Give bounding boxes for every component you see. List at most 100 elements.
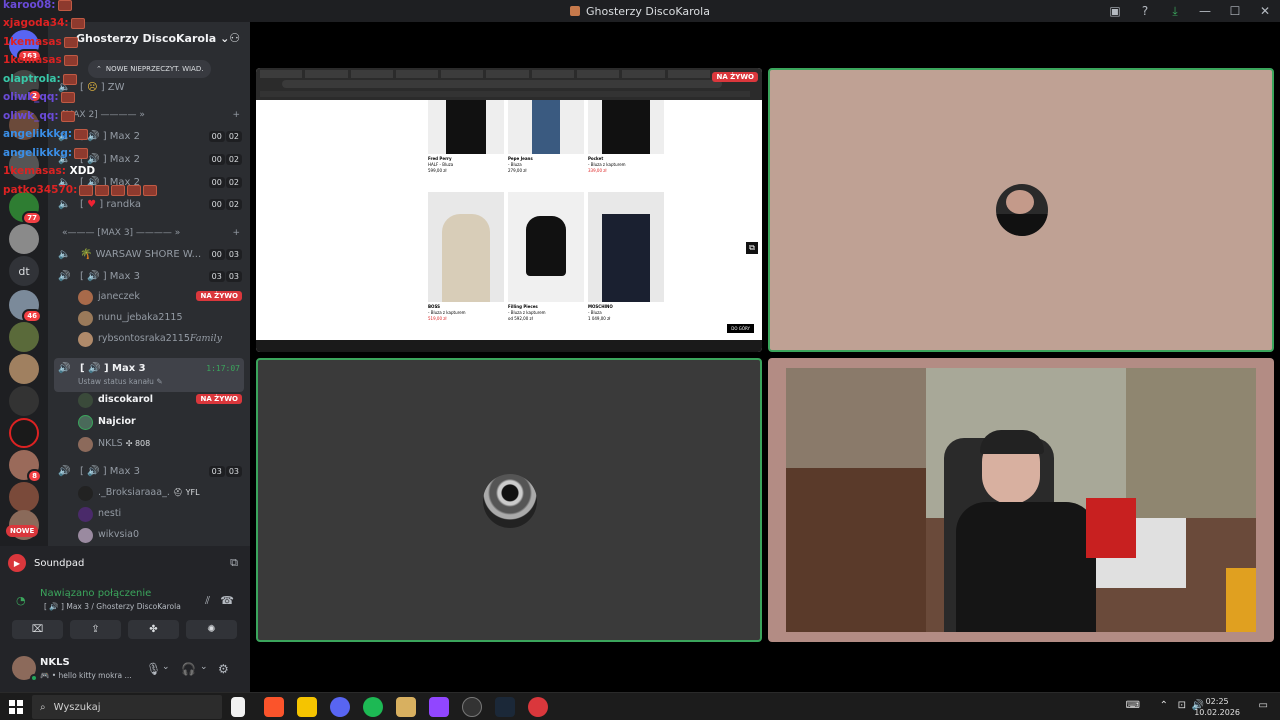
voice-user-nunu[interactable]: nunu_jebaka2115 (48, 308, 250, 329)
connection-channel[interactable]: [ 🔊 ] Max 3 / Ghosterzy DiscoKarola (44, 602, 181, 611)
inbox-icon[interactable]: ▣ (1100, 0, 1130, 22)
voice-user-nkls[interactable]: NKLS ✣ 808 (48, 434, 250, 455)
microphone-icon[interactable]: 🎙 (146, 662, 161, 676)
activities-button[interactable]: ✤ (128, 620, 179, 639)
channel-max3-a[interactable]: 🔊 [ 🔊 ] Max 3 03 03 (48, 265, 250, 287)
product-image[interactable] (508, 192, 584, 302)
product-name: - Bluza z kapturem (588, 162, 626, 167)
channel-max3-active[interactable]: 🔊 [ 🔊 ] Max 3 1:17:07 (48, 357, 250, 379)
minimize-button[interactable]: — (1190, 0, 1220, 22)
avatar (996, 184, 1048, 236)
product-image[interactable] (428, 192, 504, 302)
chat-username: patko34570: (3, 184, 78, 196)
start-button[interactable] (9, 700, 23, 714)
voice-user-janeczek[interactable]: janeczek NA ŻYWO (48, 287, 250, 308)
screen-share-icon[interactable]: ⧉ (230, 556, 238, 570)
clock[interactable]: 02:25 10.02.2026 (1194, 696, 1240, 718)
product-name: - Bluza (588, 310, 602, 315)
media-icon[interactable] (396, 697, 416, 717)
soundpad-activity[interactable]: ▶ Soundpad ⧉ (8, 552, 238, 574)
avatar (78, 415, 93, 430)
chat-line: angelikkkg: (3, 126, 89, 142)
voice-user-broksiaraaa[interactable]: ._Broksiaraaa_. ⛑ YFL (48, 483, 250, 504)
server-icon-11[interactable] (9, 482, 39, 512)
steam-icon[interactable] (495, 697, 515, 717)
chat-line: xjagoda34: (3, 15, 85, 31)
set-channel-status[interactable]: Ustaw status kanału ✎ (78, 377, 163, 386)
channel-zw[interactable]: 🔈 [ ☹ ] ZW (48, 76, 250, 98)
product-grid: Fred Perry HALF - Bluza 599,00 zł Pepe Jea… (428, 100, 668, 340)
product-image[interactable] (588, 100, 664, 154)
voice-user-wikvsia[interactable]: wikvsia0 (48, 525, 250, 546)
server-icon-10[interactable]: 8 (9, 450, 42, 483)
brave-icon[interactable] (264, 697, 284, 717)
participant-tile[interactable] (768, 68, 1274, 352)
soundboard-button[interactable]: ✺ (186, 620, 237, 639)
close-button[interactable]: ✕ (1250, 0, 1280, 22)
voice-user-rybson[interactable]: rybsontosraka2115Family (48, 329, 250, 350)
mention-badge: 77 (22, 211, 42, 225)
participant-tile[interactable] (256, 358, 762, 642)
file-icon[interactable] (231, 697, 245, 717)
spotify-icon[interactable] (363, 697, 383, 717)
network-icon[interactable]: ⊡ (1178, 700, 1186, 711)
maximize-button[interactable]: ☐ (1220, 0, 1250, 22)
server-icon-5[interactable] (9, 224, 39, 254)
webcam-tile[interactable] (768, 358, 1274, 642)
server-icon-6[interactable]: 46 (9, 290, 42, 323)
screen-share-button[interactable]: ⇪ (70, 620, 121, 639)
server-icon-7[interactable] (9, 322, 39, 352)
server-dt[interactable]: dt (9, 256, 39, 286)
search-icon: ⌕ (40, 701, 46, 713)
channel-warsaw[interactable]: 🔈 🌴 WARSAW SHORE W... 00 03 (48, 243, 250, 265)
new-servers-badge[interactable]: NOWE (6, 525, 39, 537)
noise-suppression-icon[interactable]: ⫽ (205, 594, 210, 608)
voice-user-nesti[interactable]: nesti (48, 504, 250, 525)
user-count: 00 02 (208, 198, 242, 210)
discord-icon[interactable] (330, 697, 350, 717)
screen-share-tile[interactable]: NA ŻYWO Fred Perry HALF - Bluza 599,00 zł … (256, 68, 762, 352)
obs-icon[interactable] (462, 697, 482, 717)
voice-user-najcior[interactable]: Najcior (48, 412, 250, 433)
gear-icon[interactable]: ⚙ (218, 662, 229, 676)
product-image[interactable] (428, 100, 504, 154)
popout-icon[interactable]: ⧉ (746, 242, 758, 254)
avatar (78, 311, 93, 326)
product-info: MOSCHINO - Bluza 1 049,00 zł (588, 304, 664, 322)
chevron-up-icon[interactable]: ⌃ (1160, 700, 1168, 711)
chevron-down-icon: ⌄ (220, 31, 230, 45)
keyboard-icon[interactable]: ⌨ (1126, 700, 1140, 711)
chevron-up-icon: ⌃ (96, 65, 102, 73)
server-icon-8[interactable] (9, 354, 39, 384)
user-count: 03 03 (208, 270, 242, 282)
chevron-down-icon[interactable]: ⌄ (200, 662, 208, 672)
product-image[interactable] (588, 192, 664, 302)
server-icon-60[interactable] (9, 418, 39, 448)
disconnect-icon[interactable]: ☎ (220, 594, 234, 607)
add-channel-icon[interactable]: + (232, 110, 240, 120)
voice-user-discokarol[interactable]: discokarol NA ŻYWO (48, 390, 250, 411)
chevron-down-icon[interactable]: ⌄ (162, 662, 170, 672)
add-user-icon[interactable]: ⚇ (229, 31, 240, 45)
category-max3[interactable]: «——— [MAX 3] ———— » + (48, 228, 250, 244)
help-icon[interactable]: ? (1130, 0, 1160, 22)
twitch-icon[interactable] (429, 697, 449, 717)
user-count: 03 03 (208, 465, 242, 477)
chat-line: karoo08: (3, 0, 72, 13)
scroll-top-button[interactable]: DO GÓRY (727, 324, 754, 333)
soundpad-icon[interactable] (528, 697, 548, 717)
download-icon[interactable]: ⤓ (1160, 0, 1190, 22)
headphones-icon[interactable]: 🎧 (181, 662, 196, 676)
server-name: Ghosterzy DiscoKarola (76, 31, 217, 45)
camera-off-button[interactable]: ⌧ (12, 620, 63, 639)
category-max2[interactable]: [MAX 2] ———— » + (48, 110, 250, 126)
folder-icon[interactable] (297, 697, 317, 717)
channel-max3-b[interactable]: 🔊 [ 🔊 ] Max 3 03 03 (48, 460, 250, 482)
server-icon-9[interactable] (9, 386, 39, 416)
signal-icon[interactable]: ◔ (16, 594, 26, 607)
notifications-icon[interactable]: ▭ (1259, 700, 1268, 711)
taskbar-search[interactable]: ⌕ Wyszukaj (32, 695, 222, 719)
browser-tabs (260, 70, 710, 78)
add-channel-icon[interactable]: + (232, 228, 240, 238)
product-image[interactable] (508, 100, 584, 154)
